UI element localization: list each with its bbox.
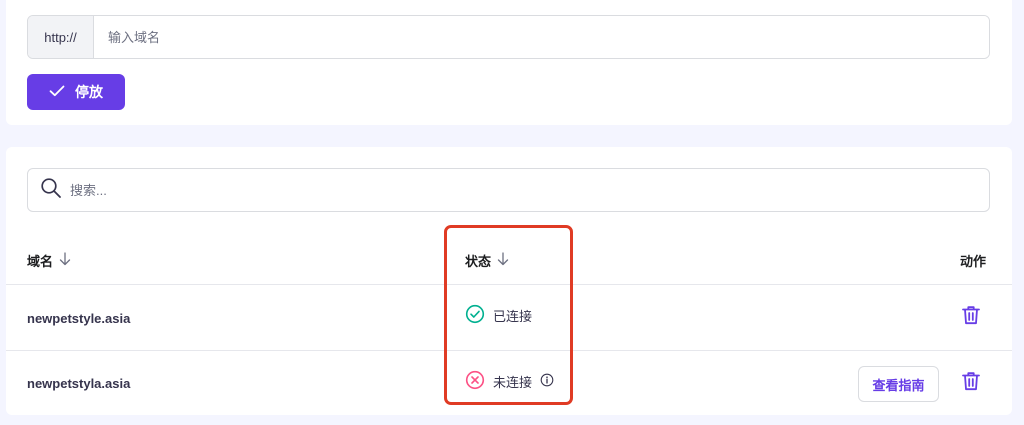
sort-arrow-down-icon [497, 252, 509, 269]
status-label: 未连接 [493, 375, 533, 390]
status-label: 已连接 [493, 309, 533, 324]
domain-url-field: http:// [27, 15, 990, 59]
check-icon [49, 84, 65, 100]
column-header-action: 动作 [960, 251, 986, 270]
sort-arrow-down-icon [59, 252, 71, 269]
info-icon[interactable] [540, 373, 554, 390]
domain-input[interactable] [94, 16, 989, 58]
domain-name-cell: newpetstyla.asia [27, 376, 131, 391]
column-header-domain[interactable]: 域名 [27, 251, 71, 270]
check-circle-icon [465, 304, 485, 327]
domains-table-card: 域名 状态 动作 newpetstyle.asia 已连接 newpetstyl… [6, 147, 1012, 415]
column-header-action-label: 动作 [960, 254, 987, 269]
domain-name-cell: newpetstyle.asia [27, 311, 131, 326]
row-divider [6, 284, 1012, 285]
search-box [27, 168, 990, 212]
delete-domain-button[interactable] [959, 371, 983, 395]
column-header-domain-label: 域名 [27, 254, 54, 269]
park-button[interactable]: 停放 [27, 74, 125, 110]
delete-domain-button[interactable] [959, 305, 983, 329]
search-icon [40, 177, 62, 204]
search-input[interactable] [70, 182, 989, 198]
url-prefix: http:// [28, 16, 94, 58]
trash-icon [962, 305, 980, 330]
row-divider [6, 350, 1012, 351]
column-header-status[interactable]: 状态 [465, 251, 509, 270]
x-circle-icon [465, 370, 485, 393]
status-disconnected: 未连接 [465, 370, 554, 393]
view-guide-button[interactable]: 查看指南 [858, 366, 939, 402]
column-header-status-label: 状态 [465, 254, 492, 269]
trash-icon [962, 371, 980, 396]
park-domain-card: http:// 停放 [6, 0, 1012, 125]
status-connected: 已连接 [465, 304, 532, 327]
park-button-label: 停放 [75, 84, 103, 100]
